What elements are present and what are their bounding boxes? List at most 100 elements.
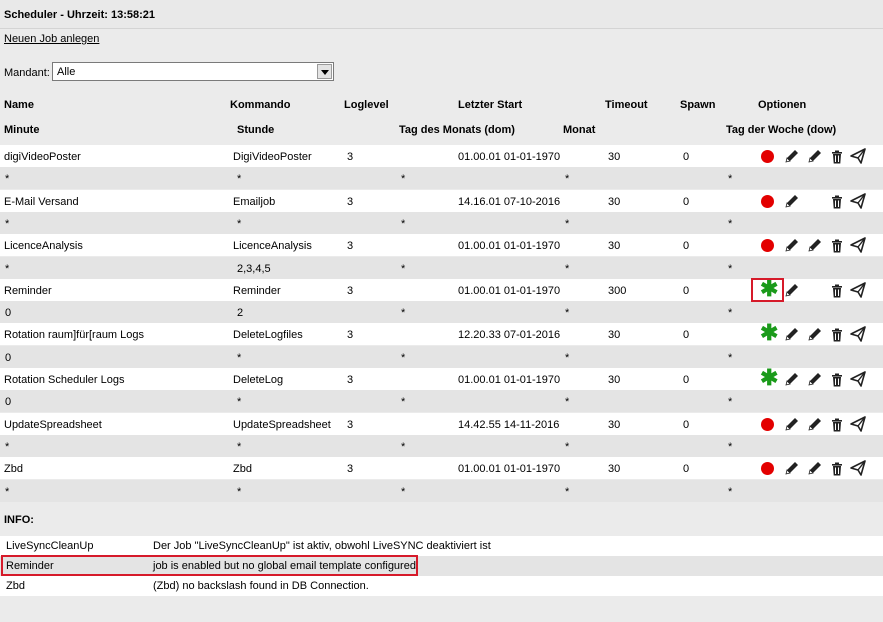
trash-icon[interactable] [830, 418, 844, 432]
job-timeout: 30 [608, 240, 621, 253]
job-loglevel: 3 [347, 374, 354, 386]
job-command: Zbd [233, 463, 252, 476]
mandant-select[interactable]: Alle [52, 62, 334, 81]
trash-icon[interactable] [830, 284, 844, 298]
job-spawn: 0 [683, 240, 690, 253]
pencil-icon[interactable] [784, 282, 798, 297]
trash-icon[interactable] [830, 150, 844, 164]
job-spawn: 0 [683, 151, 690, 163]
job-last-start: 12.20.33 07-01-2016 [458, 329, 561, 342]
job-dom: * [401, 307, 406, 320]
job-dow: * [728, 396, 733, 409]
paper-plane-icon[interactable] [850, 460, 866, 476]
paper-plane-icon[interactable] [850, 415, 866, 432]
job-name: Reminder [4, 284, 52, 297]
job-hour: * [237, 217, 242, 230]
job-hour: * [237, 351, 242, 364]
job-month: * [565, 351, 570, 364]
job-month: * [565, 217, 570, 230]
job-month: * [565, 485, 570, 498]
paper-plane-icon[interactable] [850, 148, 866, 164]
job-schedule-row: * * * * * [0, 434, 883, 457]
job-dom: * [401, 396, 406, 409]
col-header-loglevel: Loglevel [344, 99, 389, 111]
job-hour: 2 [237, 307, 244, 320]
job-dow: * [728, 307, 733, 320]
col-header-dow: Tag der Woche (dow) [726, 124, 837, 136]
job-month: * [565, 173, 570, 186]
job-dow: * [728, 262, 733, 275]
trash-icon[interactable] [830, 195, 844, 209]
job-row: Zbd Zbd 3 01.00.01 01-01-1970 30 0 [0, 457, 883, 480]
job-month: * [565, 396, 570, 409]
job-minute: * [5, 217, 10, 230]
pencil-icon[interactable] [807, 326, 821, 341]
asterisk-icon[interactable]: ✱ [760, 322, 778, 344]
col-header-hour: Stunde [237, 124, 275, 136]
col-header-command: Kommando [230, 99, 291, 111]
paper-plane-icon[interactable] [850, 326, 866, 343]
pencil-icon[interactable] [784, 148, 798, 163]
status-dot-icon[interactable] [761, 462, 774, 476]
job-command: UpdateSpreadsheet [233, 418, 331, 431]
info-row: LiveSyncCleanUp Der Job "LiveSyncCleanUp"… [0, 536, 883, 556]
trash-icon[interactable] [830, 239, 844, 253]
job-last-start: 01.00.01 01-01-1970 [458, 151, 561, 163]
job-last-start: 01.00.01 01-01-1970 [458, 284, 561, 297]
job-month: * [565, 262, 570, 275]
trash-icon[interactable] [830, 328, 844, 342]
pencil-icon[interactable] [784, 460, 798, 475]
job-schedule-row: 0 * * * * [0, 345, 883, 368]
mandant-label: Mandant: [4, 67, 50, 79]
paper-plane-icon[interactable] [850, 281, 866, 298]
asterisk-icon[interactable]: ✱ [760, 367, 778, 389]
pencil-icon[interactable] [807, 237, 821, 252]
trash-icon[interactable] [830, 462, 844, 476]
pencil-icon[interactable] [784, 237, 798, 252]
job-row: Rotation raum]für[raum Logs DeleteLogfile… [0, 322, 883, 346]
pencil-icon[interactable] [807, 416, 821, 431]
job-command: LicenceAnalysis [233, 240, 312, 253]
paper-plane-icon[interactable] [850, 237, 866, 253]
pencil-icon[interactable] [784, 371, 798, 386]
status-dot-icon[interactable] [761, 150, 774, 163]
status-dot-icon[interactable] [761, 417, 774, 431]
new-job-link[interactable]: Neuen Job anlegen [4, 33, 99, 45]
job-schedule-row: * 2,3,4,5 * * * [0, 256, 883, 279]
status-dot-icon[interactable] [761, 239, 774, 253]
highlight-box-info [1, 555, 418, 576]
job-command: DigiVideoPoster [233, 151, 312, 163]
job-dow: * [728, 351, 733, 364]
pencil-icon[interactable] [784, 326, 798, 341]
job-name: Rotation raum]für[raum Logs [4, 329, 145, 342]
paper-plane-icon[interactable] [850, 192, 866, 209]
job-timeout: 30 [608, 329, 621, 342]
paper-plane-icon[interactable] [850, 371, 866, 387]
info-message: (Zbd) no backslash found in DB Connectio… [153, 580, 369, 592]
job-timeout: 30 [608, 374, 621, 386]
job-loglevel: 3 [347, 195, 354, 208]
job-minute: * [5, 485, 10, 498]
job-name: E-Mail Versand [4, 195, 79, 208]
job-hour: * [237, 396, 242, 409]
trash-icon[interactable] [830, 373, 844, 387]
info-row: Zbd (Zbd) no backslash found in DB Connec… [0, 576, 883, 596]
pencil-icon[interactable] [807, 148, 821, 163]
job-spawn: 0 [683, 284, 690, 297]
pencil-icon[interactable] [784, 193, 798, 208]
job-row: LicenceAnalysis LicenceAnalysis 3 01.00.01 … [0, 234, 883, 257]
job-month: * [565, 307, 570, 320]
job-loglevel: 3 [347, 284, 354, 297]
pencil-icon[interactable] [784, 416, 798, 431]
job-command: DeleteLog [233, 374, 284, 386]
job-dom: * [401, 217, 406, 230]
job-command: DeleteLogfiles [233, 329, 303, 342]
pencil-icon[interactable] [807, 460, 821, 475]
job-spawn: 0 [683, 195, 690, 208]
pencil-icon[interactable] [807, 371, 821, 386]
job-loglevel: 3 [347, 329, 354, 342]
status-dot-icon[interactable] [761, 194, 774, 208]
chevron-down-icon[interactable] [317, 64, 332, 79]
col-header-name: Name [4, 99, 34, 111]
job-schedule-row: * * * * * [0, 479, 883, 502]
